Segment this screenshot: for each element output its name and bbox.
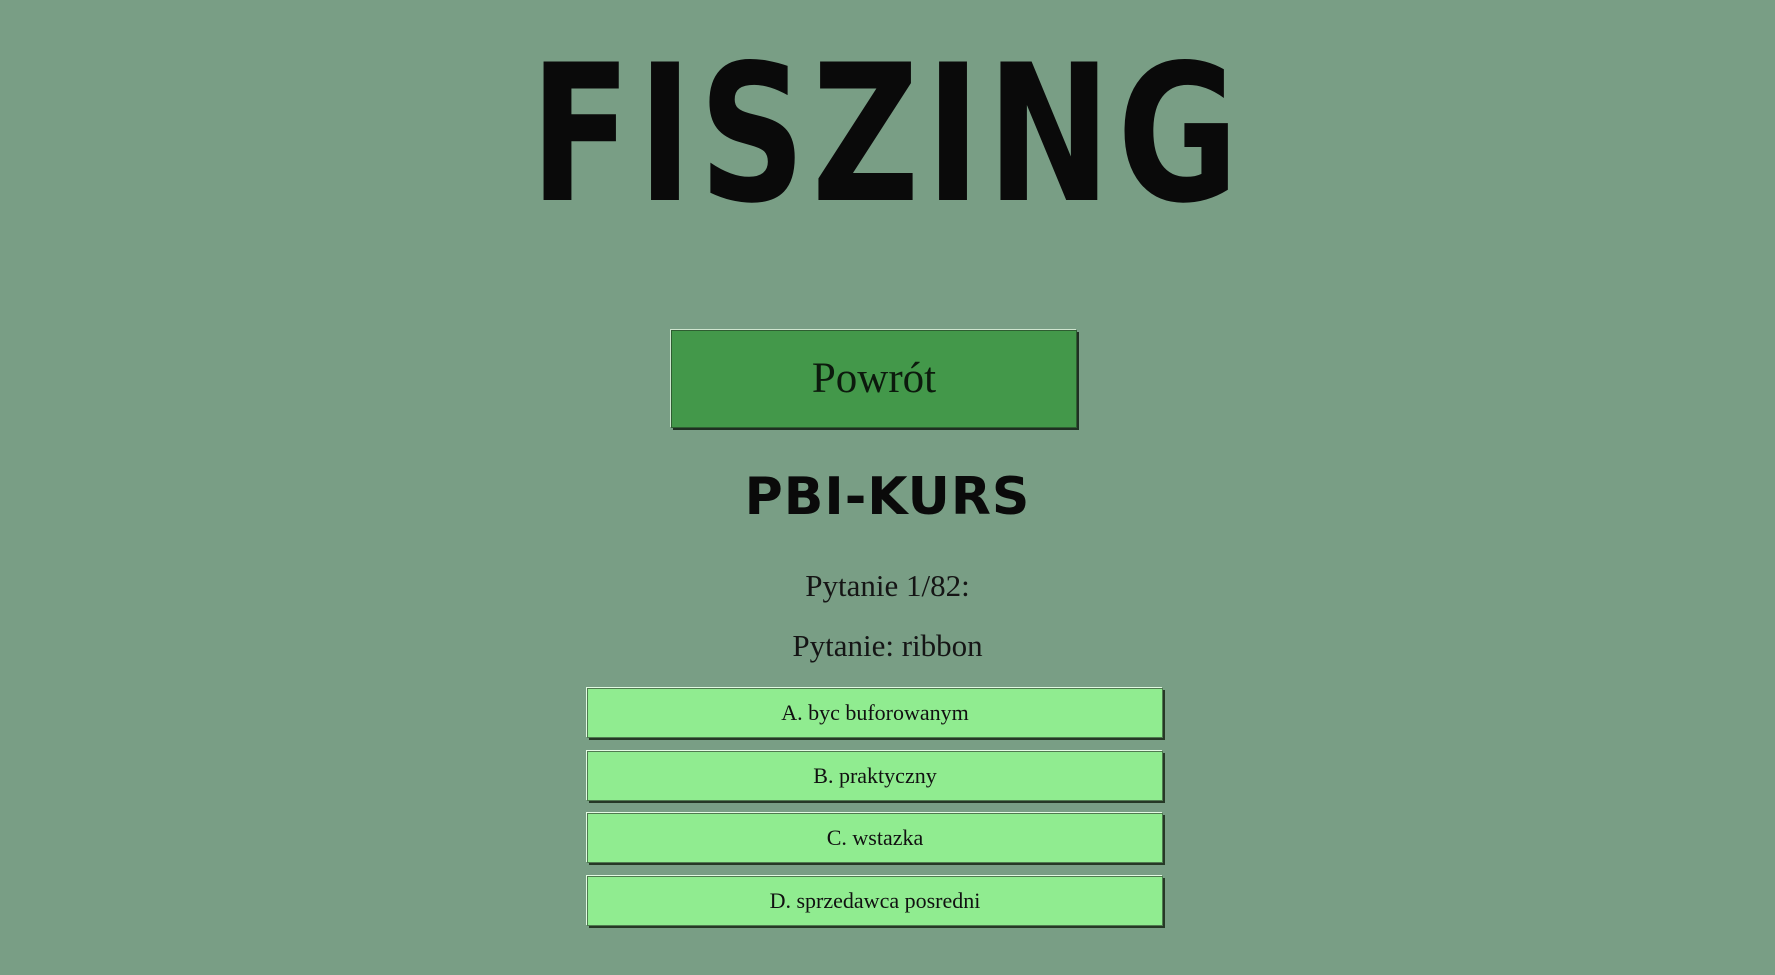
answer-button-a[interactable]: A. byc buforowanym	[587, 688, 1163, 738]
answer-list: A. byc buforowanym B. praktyczny C. wsta…	[587, 688, 1163, 938]
answer-button-d[interactable]: D. sprzedawca posredni	[587, 875, 1163, 926]
app-logo: FISZING	[529, 24, 1246, 245]
course-title: PBI-KURS	[744, 467, 1031, 527]
question-counter: Pytanie 1/82:	[805, 568, 970, 603]
answer-button-b[interactable]: B. praktyczny	[587, 750, 1163, 801]
back-button[interactable]: Powrót	[671, 330, 1077, 428]
answer-button-c[interactable]: C. wstazka	[587, 813, 1163, 863]
question-text: Pytanie: ribbon	[792, 628, 983, 663]
